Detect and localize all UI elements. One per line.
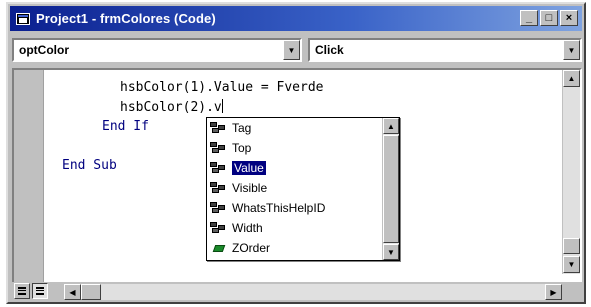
- autocomplete-scroll-thumb[interactable]: [383, 135, 399, 243]
- code-window-icon: [16, 12, 30, 25]
- scroll-right-button[interactable]: ▶: [545, 284, 562, 300]
- maximize-button[interactable]: □: [540, 10, 558, 26]
- autocomplete-item-selected[interactable]: Value: [209, 158, 266, 178]
- autocomplete-scrollbar[interactable]: ▲ ▼: [382, 118, 399, 260]
- chevron-down-icon: ▼: [287, 45, 296, 55]
- property-icon: [209, 141, 229, 155]
- autocomplete-item-label: ZOrder: [232, 241, 271, 255]
- property-icon: [209, 121, 229, 135]
- object-combo-value: optColor: [19, 43, 69, 57]
- maximize-icon: □: [545, 11, 553, 24]
- autocomplete-item[interactable]: Top: [209, 138, 251, 158]
- chevron-down-icon: ▼: [567, 45, 576, 55]
- chevron-up-icon: ▲: [387, 121, 395, 131]
- code-line: hsbColor(2).v: [120, 99, 223, 115]
- code-line: End Sub: [62, 158, 117, 173]
- procedure-combo-dropdown-button[interactable]: ▼: [563, 40, 580, 60]
- vertical-scrollbar[interactable]: ▲ ▼: [562, 70, 580, 274]
- procedure-view-icon: [18, 287, 26, 295]
- object-combo-dropdown-button[interactable]: ▼: [283, 40, 300, 60]
- full-module-view-icon: [36, 287, 44, 295]
- vertical-scroll-thumb[interactable]: [563, 238, 580, 254]
- autocomplete-item[interactable]: WhatsThisHelpID: [209, 198, 325, 218]
- property-icon: [209, 161, 229, 175]
- chevron-down-icon: ▼: [567, 260, 576, 269]
- autocomplete-item[interactable]: Tag: [209, 118, 251, 138]
- autocomplete-item-label: Tag: [232, 121, 252, 135]
- autocomplete-scroll-up-button[interactable]: ▲: [383, 118, 399, 134]
- procedure-combo-value: Click: [315, 43, 344, 57]
- autocomplete-item-label: Value: [232, 161, 266, 175]
- scroll-down-button[interactable]: ▼: [563, 256, 580, 273]
- method-icon: [209, 241, 229, 255]
- property-icon: [209, 221, 229, 235]
- autocomplete-item-label: Width: [232, 221, 263, 235]
- full-module-view-button[interactable]: [32, 283, 48, 299]
- margin-indicator-bar[interactable]: [14, 70, 44, 288]
- code-line: End If: [102, 119, 149, 134]
- chevron-right-icon: ▶: [550, 287, 557, 297]
- code-line-text: hsbColor(2).v: [120, 100, 222, 115]
- autocomplete-scroll-down-button[interactable]: ▼: [383, 244, 399, 260]
- scroll-left-button[interactable]: ◀: [64, 284, 81, 300]
- autocomplete-item-label: Top: [232, 141, 252, 155]
- property-icon: [209, 201, 229, 215]
- horizontal-scroll-thumb[interactable]: [81, 284, 101, 300]
- minimize-button[interactable]: _: [520, 10, 538, 26]
- scroll-up-button[interactable]: ▲: [563, 70, 580, 87]
- minimize-icon: _: [525, 11, 533, 24]
- autocomplete-item[interactable]: ZOrder: [209, 238, 270, 258]
- object-combo[interactable]: optColor ▼: [12, 38, 302, 62]
- autocomplete-item-label: WhatsThisHelpID: [232, 201, 326, 215]
- autocomplete-item[interactable]: Visible: [209, 178, 267, 198]
- text-caret: [221, 99, 223, 113]
- chevron-up-icon: ▲: [567, 74, 576, 83]
- chevron-left-icon: ◀: [69, 287, 76, 297]
- procedure-combo[interactable]: Click ▼: [308, 38, 582, 62]
- autocomplete-list[interactable]: Tag Top Value Visible WhatsThisHelpID Wi…: [206, 117, 400, 261]
- horizontal-scrollbar[interactable]: ◀ ▶: [64, 284, 562, 300]
- window-title: Project1 - frmColores (Code): [36, 11, 216, 26]
- chevron-down-icon: ▼: [387, 247, 395, 257]
- autocomplete-item-label: Visible: [232, 181, 268, 195]
- title-bar[interactable]: Project1 - frmColores (Code) _ □ ×: [10, 6, 582, 31]
- procedure-view-button[interactable]: [14, 283, 30, 299]
- autocomplete-item[interactable]: Width: [209, 218, 263, 238]
- close-icon: ×: [565, 11, 573, 24]
- property-icon: [209, 181, 229, 195]
- close-button[interactable]: ×: [560, 10, 578, 26]
- code-line: hsbColor(1).Value = Fverde: [120, 80, 324, 95]
